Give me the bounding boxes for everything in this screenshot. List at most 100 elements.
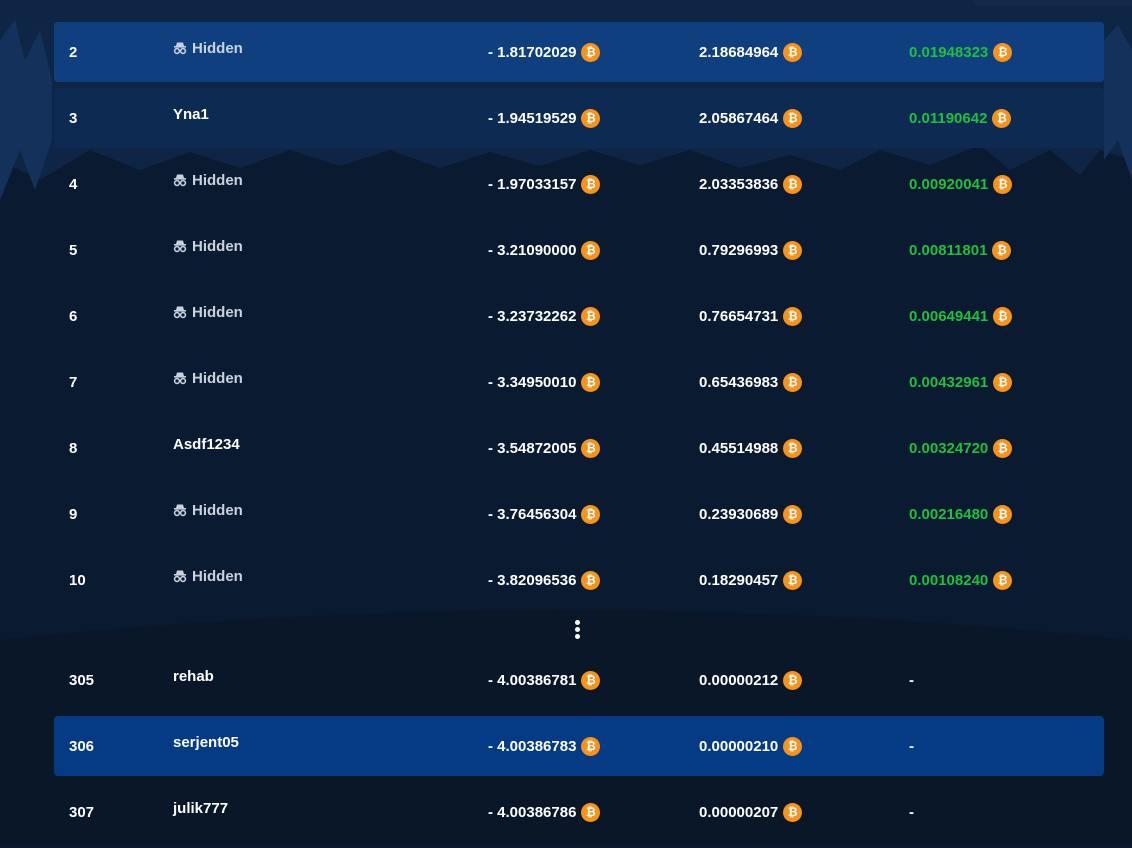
prize-value: 0.00216480 [909, 505, 989, 523]
prize-value: 0.00811801 [909, 241, 988, 259]
username: serjent05 [173, 733, 239, 751]
rank-value: 305 [69, 671, 95, 689]
wager-value: - 4.00386783 [488, 737, 577, 755]
bitcoin-icon: ₿ [993, 306, 1013, 326]
rank-value: 307 [69, 803, 95, 821]
prize-value: 0.01948323 [909, 43, 989, 61]
bitcoin-icon: ₿ [581, 438, 601, 458]
bitcoin-icon: ₿ [993, 438, 1013, 458]
table-row: 10 Hidden - 3.82096536 ₿ 0.18290457 ₿ 0.00… [54, 550, 1104, 610]
rank-cell: 7 [69, 352, 77, 412]
user-cell: Asdf1234 [173, 414, 240, 474]
rank-cell: 306 [69, 716, 94, 776]
wager-cell: - 4.00386786 ₿ [488, 782, 601, 842]
username: Hidden [192, 237, 243, 255]
table-row: 2 Hidden - 1.81702029 ₿ 2.18684964 ₿ 0.019… [54, 22, 1104, 82]
wager-value: - 3.34950010 [488, 373, 577, 391]
wager-cell: - 3.23732262 ₿ [488, 286, 601, 346]
wager-cell: - 3.21090000 ₿ [488, 220, 601, 280]
profit-cell: 2.03353836 ₿ [699, 154, 803, 214]
rank-cell: 4 [69, 154, 77, 214]
profit-value: 0.65436983 [699, 373, 779, 391]
bitcoin-icon: ₿ [783, 240, 803, 260]
prize-value: 0.00324720 [909, 439, 989, 457]
profit-cell: 0.23930689 ₿ [699, 484, 803, 544]
bitcoin-icon: ₿ [581, 240, 601, 260]
username: Hidden [192, 171, 243, 189]
prize-value: 0.00108240 [909, 571, 989, 589]
username: Hidden [192, 369, 243, 387]
table-row: 9 Hidden - 3.76456304 ₿ 0.23930689 ₿ 0.002… [54, 484, 1104, 544]
bitcoin-icon: ₿ [783, 42, 803, 62]
wager-value: - 4.00386786 [488, 803, 577, 821]
leaderboard-table: 2 Hidden - 1.81702029 ₿ 2.18684964 ₿ 0.019… [54, 22, 1104, 848]
incognito-icon [173, 306, 187, 319]
prize-value: 0.00649441 [909, 307, 989, 325]
profit-value: 0.00000210 [699, 737, 779, 755]
profit-cell: 0.79296993 ₿ [699, 220, 803, 280]
user-cell: rehab [173, 646, 214, 706]
user-cell: Hidden [173, 216, 243, 276]
incognito-icon [173, 372, 187, 385]
profit-cell: 0.00000210 ₿ [699, 716, 803, 776]
table-row: 5 Hidden - 3.21090000 ₿ 0.79296993 ₿ 0.008… [54, 220, 1104, 280]
bitcoin-icon: ₿ [581, 372, 601, 392]
profit-value: 2.03353836 [699, 175, 779, 193]
user-cell: Hidden [173, 18, 243, 78]
wager-value: - 1.81702029 [488, 43, 577, 61]
bitcoin-icon: ₿ [783, 174, 803, 194]
username: Yna1 [173, 105, 209, 123]
table-row: 7 Hidden - 3.34950010 ₿ 0.65436983 ₿ 0.004… [54, 352, 1104, 412]
prize-cell: 0.00649441 ₿ [909, 286, 1013, 346]
rank-value: 10 [69, 571, 86, 589]
bitcoin-icon: ₿ [993, 42, 1013, 62]
wager-value: - 3.21090000 [488, 241, 577, 259]
profit-cell: 0.18290457 ₿ [699, 550, 803, 610]
bitcoin-icon: ₿ [581, 42, 601, 62]
profit-cell: 2.05867464 ₿ [699, 88, 803, 148]
wager-cell: - 3.82096536 ₿ [488, 550, 601, 610]
wager-cell: - 3.76456304 ₿ [488, 484, 601, 544]
username: Hidden [192, 39, 243, 57]
more-rows-indicator[interactable] [54, 616, 1104, 650]
rank-cell: 307 [69, 782, 94, 842]
profit-value: 0.45514988 [699, 439, 779, 457]
rank-value: 5 [69, 241, 78, 259]
prize-cell: 0.00108240 ₿ [909, 550, 1013, 610]
username: rehab [173, 667, 214, 685]
profit-value: 0.18290457 [699, 571, 779, 589]
bitcoin-icon: ₿ [783, 736, 803, 756]
top-tab-edge [972, 0, 1132, 6]
rank-cell: 8 [69, 418, 77, 478]
username: Hidden [192, 567, 243, 585]
wager-cell: - 1.81702029 ₿ [488, 22, 601, 82]
table-row: 307 julik777 - 4.00386786 ₿ 0.00000207 ₿ - [54, 782, 1104, 842]
wager-value: - 3.82096536 [488, 571, 577, 589]
prize-value: - [909, 671, 914, 689]
wager-value: - 4.00386781 [488, 671, 577, 689]
profit-cell: 0.45514988 ₿ [699, 418, 803, 478]
vertical-ellipsis-icon [575, 620, 581, 641]
user-cell: Hidden [173, 546, 243, 606]
profit-value: 0.00000212 [699, 671, 779, 689]
prize-cell: - [909, 716, 914, 776]
profit-value: 0.23930689 [699, 505, 779, 523]
incognito-icon [173, 42, 187, 55]
wager-cell: - 1.94519529 ₿ [488, 88, 601, 148]
bitcoin-icon: ₿ [993, 504, 1013, 524]
bitcoin-icon: ₿ [993, 372, 1013, 392]
bitcoin-icon: ₿ [581, 736, 601, 756]
wager-cell: - 3.34950010 ₿ [488, 352, 601, 412]
wager-cell: - 4.00386783 ₿ [488, 716, 601, 776]
prize-value: - [909, 803, 914, 821]
user-cell: Yna1 [173, 84, 209, 144]
rank-cell: 6 [69, 286, 77, 346]
bitcoin-icon: ₿ [581, 570, 601, 590]
rank-value: 6 [69, 307, 78, 325]
profit-value: 0.00000207 [699, 803, 779, 821]
rank-value: 306 [69, 737, 95, 755]
wager-cell: - 1.97033157 ₿ [488, 154, 601, 214]
table-row: 6 Hidden - 3.23732262 ₿ 0.76654731 ₿ 0.006… [54, 286, 1104, 346]
prize-cell: 0.01948323 ₿ [909, 22, 1013, 82]
incognito-icon [173, 240, 187, 253]
